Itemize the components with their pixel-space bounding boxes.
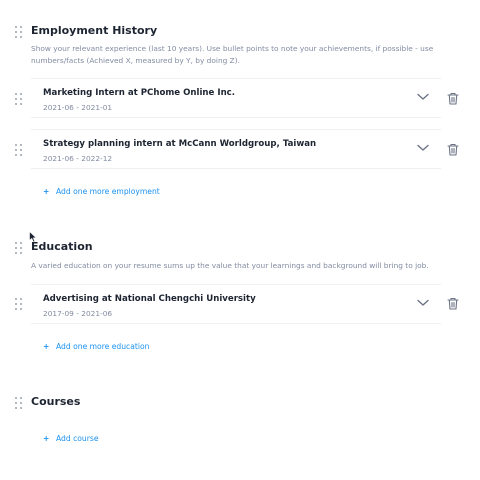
chevron-down-icon[interactable] [417, 93, 429, 101]
drag-handle-icon[interactable] [15, 397, 23, 409]
add-employment-button[interactable]: + Add one more employment [43, 187, 160, 196]
employment-item[interactable]: Strategy planning intern at McCann World… [31, 129, 441, 169]
employment-item-title: Marketing Intern at PChome Online Inc. [43, 88, 236, 98]
plus-icon: + [43, 434, 50, 443]
drag-handle-icon[interactable] [15, 144, 23, 156]
add-course-button[interactable]: + Add course [43, 434, 99, 443]
plus-icon: + [43, 187, 50, 196]
add-education-label: Add one more education [56, 342, 150, 351]
trash-icon[interactable] [447, 143, 459, 156]
education-item-title: Advertising at National Chengchi Univers… [43, 294, 256, 304]
drag-handle-icon[interactable] [15, 242, 23, 254]
education-item-dates: 2017-09 - 2021-06 [43, 309, 113, 318]
education-section-title: Education [31, 240, 93, 253]
employment-section-description: Show your relevant experience (last 10 y… [31, 44, 434, 65]
drag-handle-icon[interactable] [15, 93, 23, 105]
employment-item-title: Strategy planning intern at McCann World… [43, 139, 317, 149]
trash-icon[interactable] [447, 92, 459, 105]
add-education-button[interactable]: + Add one more education [43, 342, 149, 351]
chevron-down-icon[interactable] [417, 299, 429, 307]
add-employment-label: Add one more employment [56, 187, 160, 196]
plus-icon: + [43, 342, 50, 351]
chevron-down-icon[interactable] [417, 144, 429, 152]
courses-section-title: Courses [31, 395, 81, 408]
add-course-label: Add course [56, 434, 99, 443]
education-section-description: A varied education on your resume sums u… [31, 261, 429, 270]
employment-item-dates: 2021-06 - 2021-01 [43, 103, 113, 112]
education-item[interactable]: Advertising at National Chengchi Univers… [31, 284, 441, 324]
drag-handle-icon[interactable] [15, 26, 23, 38]
employment-item[interactable]: Marketing Intern at PChome Online Inc. 2… [31, 78, 441, 118]
employment-section-title: Employment History [31, 24, 158, 37]
trash-icon[interactable] [447, 297, 459, 310]
employment-item-dates: 2021-06 - 2022-12 [43, 154, 113, 163]
drag-handle-icon[interactable] [15, 298, 23, 310]
